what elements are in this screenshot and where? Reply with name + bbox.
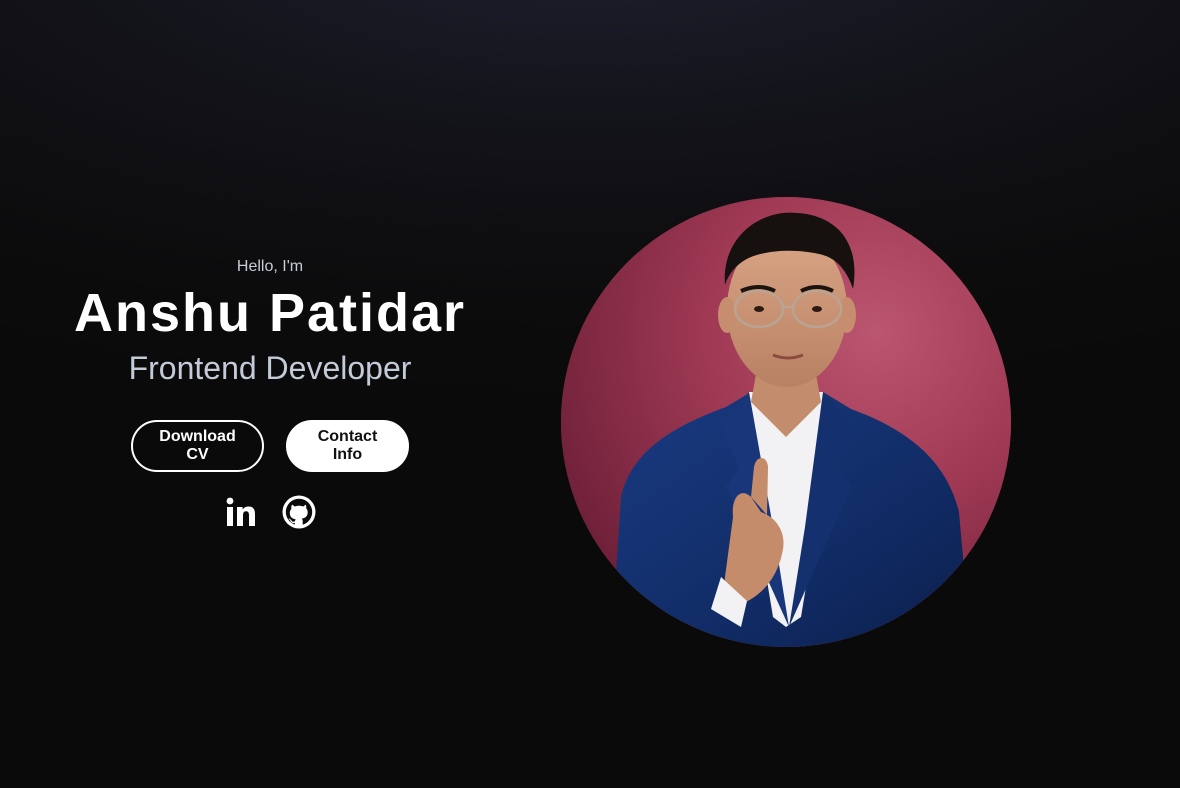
profile-role: Frontend Developer — [128, 350, 412, 386]
github-icon — [282, 495, 316, 529]
profile-picture — [561, 197, 1011, 647]
social-links — [0, 494, 540, 530]
cta-buttons: Download CV Contact Info — [0, 420, 540, 472]
linkedin-icon — [226, 497, 255, 526]
download-cv-button[interactable]: Download CV — [131, 420, 264, 472]
linkedin-link[interactable] — [223, 494, 259, 530]
profile-name: Anshu Patidar — [73, 283, 467, 343]
hero-section: Hello, I'm Anshu Patidar Frontend Develo… — [0, 256, 540, 530]
profile-portrait-illustration — [561, 197, 1011, 647]
github-link[interactable] — [281, 494, 317, 530]
greeting-text: Hello, I'm — [236, 258, 304, 275]
contact-info-button[interactable]: Contact Info — [286, 420, 409, 472]
